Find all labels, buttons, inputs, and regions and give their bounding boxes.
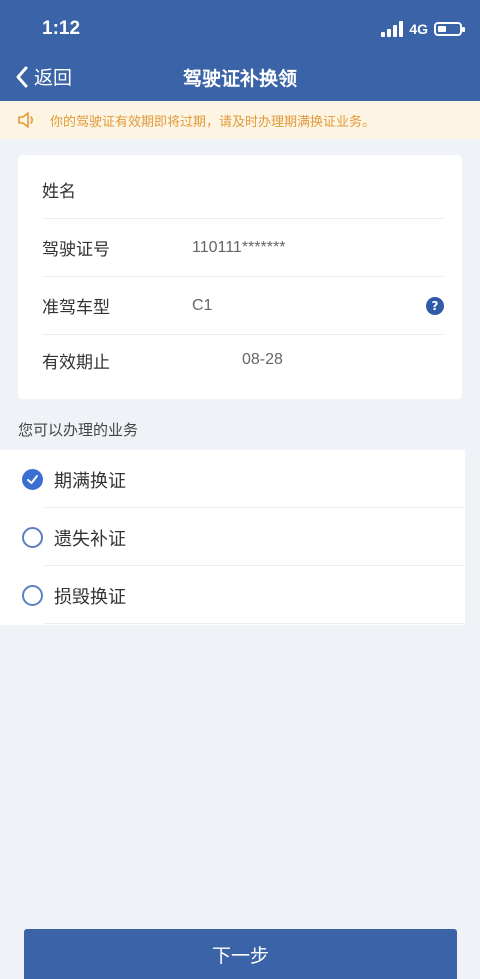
info-row-expiry: 有效期止 08-28 (42, 331, 444, 389)
info-label: 驾驶证号 (42, 240, 110, 260)
license-info-card: 姓名 驾驶证号 110111******* 准驾车型 C1 ? 有效期止 08-… (18, 155, 462, 399)
option-label: 损毁换证 (54, 587, 126, 608)
info-row-vehicle-class: 准驾车型 C1 ? (42, 277, 444, 335)
info-value: 08-28 (242, 351, 283, 368)
radio-checked[interactable] (22, 469, 43, 490)
info-label: 有效期止 (42, 352, 110, 373)
option-label: 遗失补证 (54, 529, 126, 550)
info-row-name: 姓名 (42, 161, 444, 219)
radio-unchecked[interactable] (22, 585, 43, 606)
info-label: 准驾车型 (42, 298, 110, 318)
radio-unchecked[interactable] (22, 527, 43, 548)
info-value: C1 (192, 296, 213, 314)
signal-icon (381, 21, 404, 37)
status-icons: 4G (381, 19, 465, 39)
battery-icon (434, 22, 465, 36)
info-row-license-number: 驾驶证号 110111******* (42, 219, 444, 277)
question-icon[interactable]: ? (426, 296, 444, 315)
next-button[interactable]: 下一步 (24, 929, 457, 979)
page-title: 驾驶证补换领 (182, 68, 297, 90)
nav-bar: 返回 驾驶证补换领 (0, 54, 480, 101)
network-type: 4G (409, 21, 428, 37)
info-label: 姓名 (42, 182, 76, 202)
option-damage-replacement[interactable]: 损毁换证 (0, 566, 465, 624)
status-bar: 1:12 4G (0, 0, 480, 54)
info-value: 110111******* (192, 238, 286, 256)
option-label: 期满换证 (54, 471, 126, 492)
service-options: 期满换证 遗失补证 损毁换证 (0, 450, 465, 625)
notice-text: 你的驾驶证有效期即将过期，请及时办理期满换证业务。 (50, 114, 376, 130)
speaker-icon (18, 112, 34, 128)
expiry-notice: 你的驾驶证有效期即将过期，请及时办理期满换证业务。 (0, 101, 480, 139)
option-lost-replacement[interactable]: 遗失补证 (0, 508, 465, 566)
header: 1:12 4G 返回 驾驶证补换领 (0, 0, 480, 101)
option-renewal[interactable]: 期满换证 (0, 450, 465, 508)
check-icon (27, 475, 38, 484)
status-time: 1:12 (42, 18, 81, 39)
services-title: 您可以办理的业务 (18, 421, 139, 439)
